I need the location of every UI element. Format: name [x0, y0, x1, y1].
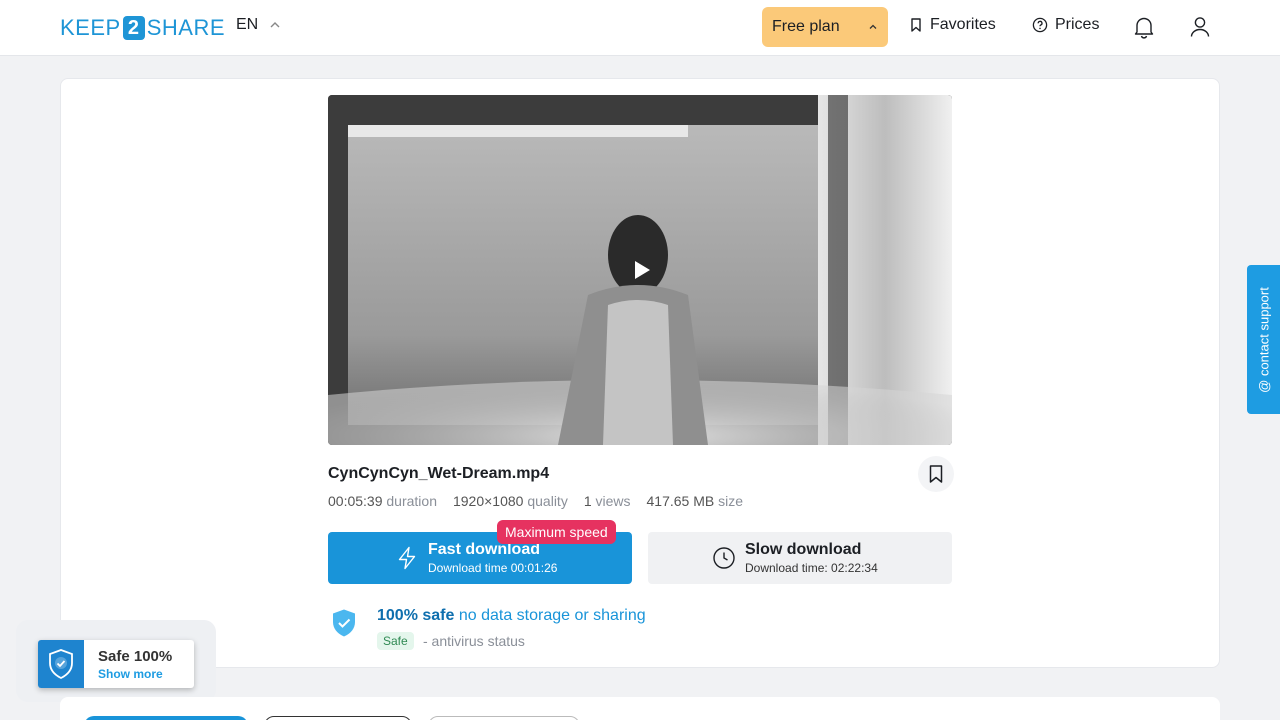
- prices-label: Prices: [1055, 16, 1100, 33]
- quality-label: quality: [527, 493, 568, 509]
- notifications-button[interactable]: [1132, 14, 1156, 40]
- popup-shield-badge: [38, 640, 84, 688]
- lower-tab-2[interactable]: [264, 716, 412, 720]
- duration-value: 00:05:39: [328, 493, 383, 509]
- size-label: size: [718, 493, 744, 509]
- contact-support-tab[interactable]: @ contact support: [1247, 265, 1280, 414]
- popup-title: Safe 100%: [98, 648, 173, 665]
- file-name: CynCynCyn_Wet-Dream.mp4: [328, 465, 550, 482]
- shield-check-icon: [333, 609, 355, 637]
- fast-download-time: Download time 00:01:26: [428, 561, 558, 575]
- bookmark-icon: [911, 18, 921, 32]
- antivirus-status-badge: Safe: [377, 632, 414, 650]
- duration-label: duration: [386, 493, 437, 509]
- bookmark-icon: [929, 465, 943, 483]
- logo-text-left: KEEP: [60, 15, 121, 40]
- site-logo[interactable]: KEEP 2 SHARE: [60, 15, 225, 41]
- help-circle-icon: [1032, 17, 1048, 33]
- safety-headline: 100% safe no data storage or sharing: [377, 607, 646, 625]
- safe-popup[interactable]: Safe 100% Show more: [38, 640, 194, 688]
- play-icon[interactable]: [632, 259, 652, 281]
- size-value: 417.65 MB: [646, 493, 715, 509]
- favorites-label: Favorites: [930, 16, 996, 33]
- views-label: views: [595, 493, 631, 509]
- logo-badge: 2: [122, 16, 145, 40]
- prices-link[interactable]: Prices: [1032, 16, 1099, 34]
- language-label: EN: [236, 16, 259, 33]
- safety-headline-rest: no data storage or sharing: [458, 607, 646, 624]
- size-meta: 417.65 MB size: [647, 493, 744, 509]
- video-preview[interactable]: [328, 95, 952, 445]
- lightning-icon: [398, 546, 416, 570]
- slow-download-time: Download time: 02:22:34: [745, 561, 878, 575]
- max-speed-badge: Maximum speed: [497, 520, 616, 544]
- quality-meta: 1920×1080 quality: [453, 493, 568, 509]
- chevron-up-icon: [270, 22, 280, 28]
- favorites-link[interactable]: Favorites: [909, 16, 996, 34]
- lower-tab-3[interactable]: [428, 716, 580, 720]
- account-button[interactable]: [1188, 14, 1212, 40]
- lower-tab-1[interactable]: [84, 716, 248, 720]
- plan-label: Free plan: [772, 18, 840, 35]
- free-plan-button[interactable]: Free plan: [762, 7, 888, 47]
- quality-value: 1920×1080: [452, 493, 524, 509]
- bell-icon: [1134, 17, 1154, 39]
- views-value: 1: [583, 493, 592, 509]
- slow-download-label: Slow download: [745, 541, 862, 558]
- clock-icon: [713, 547, 735, 569]
- logo-text-right: SHARE: [146, 15, 225, 40]
- popup-show-more-link[interactable]: Show more: [98, 667, 163, 681]
- add-to-favorites-button[interactable]: [918, 456, 954, 492]
- user-icon: [1190, 17, 1210, 37]
- views-meta: 1 views: [584, 493, 631, 509]
- chevron-up-icon: [869, 24, 877, 29]
- slow-download-button[interactable]: Slow download Download time: 02:22:34: [648, 532, 952, 584]
- top-header: KEEP 2 SHARE EN Free plan Favorites Pric…: [0, 0, 1280, 56]
- duration-meta: 00:05:39 duration: [328, 493, 437, 509]
- shield-check-icon: [49, 649, 73, 680]
- safety-headline-bold: 100% safe: [377, 607, 455, 624]
- antivirus-status-note: - antivirus status: [423, 633, 525, 649]
- language-selector[interactable]: EN: [236, 16, 280, 34]
- contact-support-label: @ contact support: [1256, 286, 1271, 393]
- file-meta: 00:05:39 duration 1920×1080 quality 1 vi…: [328, 493, 743, 509]
